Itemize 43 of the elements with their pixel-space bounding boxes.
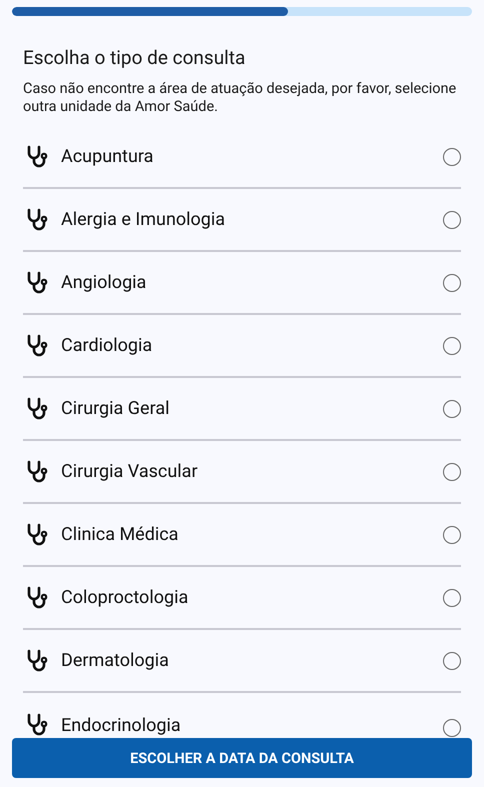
specialty-label: Acupuntura xyxy=(61,146,154,167)
specialty-label: Endocrinologia xyxy=(61,715,182,737)
specialty-option[interactable]: Alergia e Imunologia xyxy=(23,189,461,252)
radio-button[interactable] xyxy=(443,526,461,544)
specialty-label: Alergia e Imunologia xyxy=(61,209,226,230)
stethoscope-icon xyxy=(25,522,49,546)
specialty-option[interactable]: Acupuntura xyxy=(23,126,461,189)
radio-button[interactable] xyxy=(443,336,461,354)
specialty-option[interactable]: Endocrinologia xyxy=(23,693,461,737)
choose-date-button[interactable]: ESCOLHER A DATA DA CONSULTA xyxy=(12,738,472,778)
instruction-text: Caso não encontre a área de atuação desejada, por favor, selecione outra unidade da Amor Saúde. xyxy=(23,80,458,116)
stethoscope-icon xyxy=(25,648,49,672)
specialty-label: Cardiologia xyxy=(61,335,154,356)
radio-button[interactable] xyxy=(443,274,461,292)
specialty-label: Angiologia xyxy=(61,272,148,293)
specialty-label: Cirurgia Vascular xyxy=(61,461,199,482)
stethoscope-icon xyxy=(25,713,49,737)
radio-button[interactable] xyxy=(443,719,461,737)
specialty-option[interactable]: Coloproctologia xyxy=(23,567,461,630)
radio-button[interactable] xyxy=(443,652,461,670)
radio-button[interactable] xyxy=(443,462,461,480)
stethoscope-icon xyxy=(25,208,49,232)
page-title: Escolha o tipo de consulta xyxy=(23,46,246,70)
radio-button[interactable] xyxy=(443,400,461,418)
specialty-label: Clinica Médica xyxy=(61,524,180,545)
radio-button[interactable] xyxy=(443,588,461,606)
specialty-option[interactable]: Cirurgia Geral xyxy=(23,378,461,441)
specialty-option[interactable]: Dermatologia xyxy=(23,630,461,693)
specialty-label: Coloproctologia xyxy=(61,587,190,608)
specialty-label: Cirurgia Geral xyxy=(61,398,171,419)
specialty-label: Dermatologia xyxy=(61,650,170,671)
stethoscope-icon xyxy=(25,586,49,610)
radio-button[interactable] xyxy=(443,210,461,228)
specialty-option[interactable]: Cirurgia Vascular xyxy=(23,441,461,504)
stethoscope-icon xyxy=(25,396,49,420)
specialty-option[interactable]: Angiologia xyxy=(23,252,461,315)
radio-button[interactable] xyxy=(443,148,461,166)
stethoscope-icon xyxy=(25,144,49,168)
stethoscope-icon xyxy=(25,270,49,294)
specialty-option[interactable]: Cardiologia xyxy=(23,315,461,378)
specialty-option[interactable]: Clinica Médica xyxy=(23,504,461,567)
stethoscope-icon xyxy=(25,460,49,484)
stethoscope-icon xyxy=(25,334,49,358)
